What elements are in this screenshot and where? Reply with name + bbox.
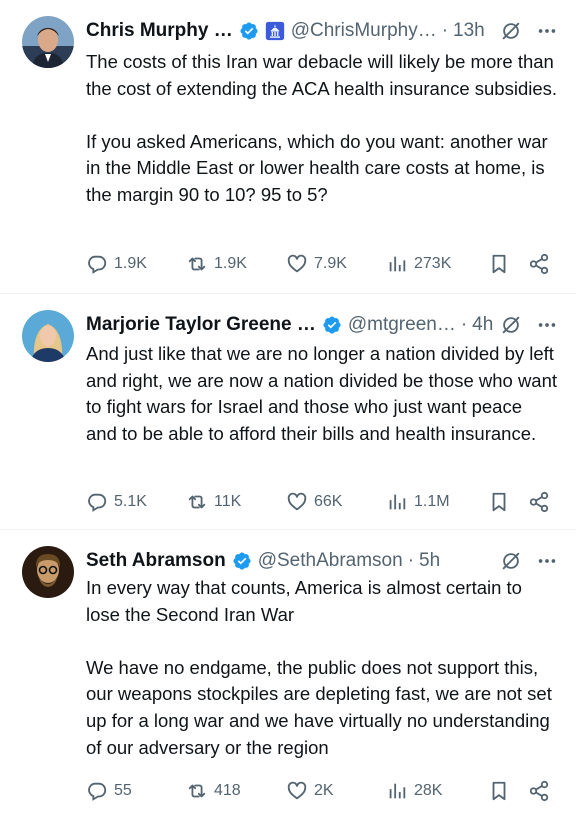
repost-count: 418: [214, 782, 241, 799]
avatar[interactable]: [22, 546, 74, 598]
repost-icon: [188, 257, 206, 271]
views-icon: [389, 256, 406, 272]
like-button[interactable]: 7.9K: [286, 253, 386, 275]
bookmark-button[interactable]: [488, 780, 510, 802]
view-count: 1.1M: [414, 493, 450, 510]
tweet-text: And just like that we are no longer a na…: [86, 343, 563, 444]
tweet-text: In every way that counts, America is alm…: [86, 577, 552, 758]
author-handle[interactable]: @SethAbramson: [258, 550, 403, 572]
reply-icon: [88, 493, 107, 512]
reply-count: 1.9K: [114, 255, 147, 272]
view-count: 28K: [414, 782, 443, 799]
government-building-icon: [265, 21, 284, 41]
views-button[interactable]: 273K: [386, 253, 488, 275]
separator: ·: [460, 314, 468, 335]
repost-button[interactable]: 1.9K: [186, 253, 286, 275]
reply-button[interactable]: 5.1K: [86, 491, 186, 513]
bookmark-icon: [492, 492, 506, 512]
repost-icon: [188, 784, 206, 798]
tweet[interactable]: Marjorie Taylor Greene … @mtgreen… · 4h …: [0, 294, 576, 530]
author-handle[interactable]: @mtgreen…: [348, 314, 456, 336]
repost-icon: [188, 495, 206, 509]
reply-button[interactable]: 1.9K: [86, 253, 186, 275]
share-icon: [529, 780, 549, 802]
verified-badge-icon: [323, 316, 341, 334]
bookmark-icon: [492, 254, 506, 274]
grok-icon[interactable]: [500, 20, 522, 42]
reply-button[interactable]: 55: [86, 780, 186, 802]
share-button[interactable]: [528, 253, 550, 275]
reply-icon: [88, 255, 107, 274]
like-icon: [287, 492, 307, 511]
verified-badge-icon: [240, 22, 258, 40]
tweet-text: The costs of this Iran war debacle will …: [86, 51, 558, 205]
views-button[interactable]: 28K: [386, 780, 488, 802]
bookmark-button[interactable]: [488, 491, 510, 513]
views-button[interactable]: 1.1M: [386, 491, 488, 513]
like-button[interactable]: 2K: [286, 780, 386, 802]
author-handle[interactable]: @ChrisMurphy…: [291, 20, 437, 42]
share-button[interactable]: [528, 780, 550, 802]
grok-icon[interactable]: [500, 314, 522, 336]
views-icon: [389, 783, 406, 799]
repost-button[interactable]: 11K: [186, 491, 286, 513]
repost-count: 11K: [214, 493, 242, 510]
share-icon: [529, 491, 549, 513]
tweet[interactable]: Seth Abramson @SethAbramson · 5h In ever…: [0, 530, 576, 821]
repost-count: 1.9K: [214, 255, 247, 272]
timestamp[interactable]: 4h: [472, 314, 493, 336]
share-button[interactable]: [528, 491, 550, 513]
like-icon: [287, 254, 307, 273]
reply-icon: [88, 782, 107, 801]
bookmark-button[interactable]: [488, 253, 510, 275]
more-icon[interactable]: [536, 314, 558, 336]
verified-badge-icon: [233, 552, 251, 570]
share-icon: [529, 253, 549, 275]
timeline-feed: Chris Murphy … @ChrisMurphy… · 13h The c…: [0, 0, 576, 821]
views-icon: [389, 494, 406, 510]
like-button[interactable]: 66K: [286, 491, 386, 513]
timestamp[interactable]: 5h: [419, 550, 440, 572]
view-count: 273K: [414, 255, 452, 272]
timestamp[interactable]: 13h: [453, 20, 485, 42]
more-icon[interactable]: [536, 550, 558, 572]
grok-icon[interactable]: [500, 550, 522, 572]
more-icon[interactable]: [536, 20, 558, 42]
separator: ·: [407, 550, 415, 571]
avatar[interactable]: [22, 16, 74, 68]
tweet[interactable]: Chris Murphy … @ChrisMurphy… · 13h The c…: [0, 0, 576, 294]
bookmark-icon: [492, 781, 506, 801]
reply-count: 5.1K: [114, 493, 147, 510]
author-name[interactable]: Seth Abramson: [86, 550, 226, 572]
like-count: 7.9K: [314, 255, 347, 272]
repost-button[interactable]: 418: [186, 780, 286, 802]
like-count: 2K: [314, 782, 334, 799]
like-count: 66K: [314, 493, 343, 510]
author-name[interactable]: Chris Murphy …: [86, 20, 233, 42]
separator: ·: [441, 20, 449, 41]
like-icon: [287, 781, 307, 800]
avatar[interactable]: [22, 310, 74, 362]
reply-count: 55: [114, 782, 132, 799]
author-name[interactable]: Marjorie Taylor Greene …: [86, 314, 316, 336]
